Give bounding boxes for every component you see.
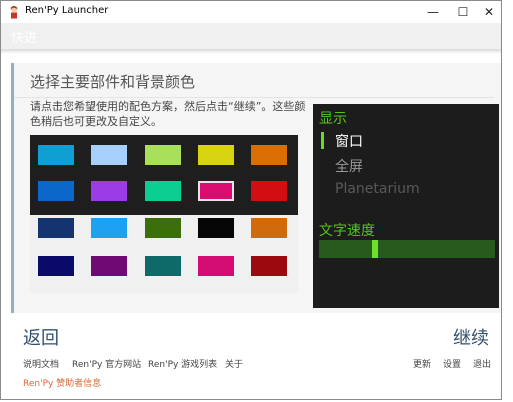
maximize-button[interactable]: ☐ (449, 1, 477, 23)
link-documentation[interactable]: 说明文档 (23, 357, 59, 370)
window-title: Ren'Py Launcher (25, 5, 109, 16)
dark-color-grid (30, 135, 298, 215)
color-swatch-dark-row0-col3[interactable] (198, 145, 234, 165)
color-swatch-dark-row0-col0[interactable] (38, 145, 74, 165)
launcher-window: Ren'Py Launcher — ☐ ✕ 快进 选择主要部件和背景颜色 请点击… (0, 0, 502, 400)
page-title: 快进 (11, 31, 38, 46)
section-heading: 选择主要部件和背景颜色 (30, 73, 196, 91)
close-button[interactable]: ✕ (475, 1, 501, 23)
color-swatch-light-row1-col4[interactable] (251, 256, 287, 276)
theme-preview-panel: 显示 窗口 全屏 Planetarium 文字速度 (313, 104, 499, 308)
display-option-window[interactable]: 窗口 (335, 131, 363, 151)
color-swatch-dark-row0-col2[interactable] (145, 145, 181, 165)
link-settings[interactable]: 设置 (443, 357, 461, 370)
color-swatch-dark-row1-col0[interactable] (38, 181, 74, 201)
text-speed-thumb[interactable] (372, 240, 378, 258)
text-speed-slider[interactable] (319, 240, 495, 258)
title-bar: Ren'Py Launcher — ☐ ✕ (1, 1, 501, 23)
back-button[interactable]: 返回 (23, 324, 59, 350)
color-swatch-dark-row0-col1[interactable] (91, 145, 127, 165)
color-swatch-dark-row1-col4[interactable] (251, 181, 287, 201)
color-swatch-light-row1-col0[interactable] (38, 256, 74, 276)
selected-option-indicator (321, 132, 324, 149)
header-divider (1, 49, 501, 51)
color-swatch-dark-row1-col2[interactable] (145, 181, 181, 201)
color-swatch-dark-row1-col3[interactable] (198, 181, 234, 201)
link-about[interactable]: 关于 (225, 357, 243, 370)
link-official-site[interactable]: Ren'Py 官方网站 (72, 357, 141, 370)
text-speed-heading: 文字速度 (319, 223, 375, 239)
color-swatch-light-row0-col2[interactable] (145, 218, 181, 238)
light-color-grid (30, 215, 298, 293)
color-swatch-dark-row0-col4[interactable] (251, 145, 287, 165)
link-games-list[interactable]: Ren'Py 游戏列表 (148, 357, 217, 370)
color-swatch-light-row0-col3[interactable] (198, 218, 234, 238)
color-swatch-light-row1-col2[interactable] (145, 256, 181, 276)
color-swatch-light-row0-col1[interactable] (91, 218, 127, 238)
color-swatch-light-row0-col0[interactable] (38, 218, 74, 238)
minimize-button[interactable]: — (419, 1, 447, 23)
display-option-planetarium[interactable]: Planetarium (335, 181, 420, 197)
color-swatch-dark-row1-col1[interactable] (91, 181, 127, 201)
renpy-logo-icon (10, 5, 18, 19)
continue-button[interactable]: 继续 (453, 324, 489, 350)
display-option-fullscreen[interactable]: 全屏 (335, 156, 363, 176)
instruction-text: 请点击您希望使用的配色方案，然后点击“继续”。这些颜色稍后也可更改及自定义。 (30, 100, 306, 128)
heading-divider (14, 97, 494, 98)
color-swatch-light-row1-col1[interactable] (91, 256, 127, 276)
display-heading: 显示 (319, 111, 347, 127)
color-swatch-light-row1-col3[interactable] (198, 256, 234, 276)
link-quit[interactable]: 退出 (473, 357, 491, 370)
color-swatch-light-row0-col4[interactable] (251, 218, 287, 238)
link-sponsors[interactable]: Ren'Py 赞助者信息 (23, 376, 101, 389)
link-update[interactable]: 更新 (413, 357, 431, 370)
